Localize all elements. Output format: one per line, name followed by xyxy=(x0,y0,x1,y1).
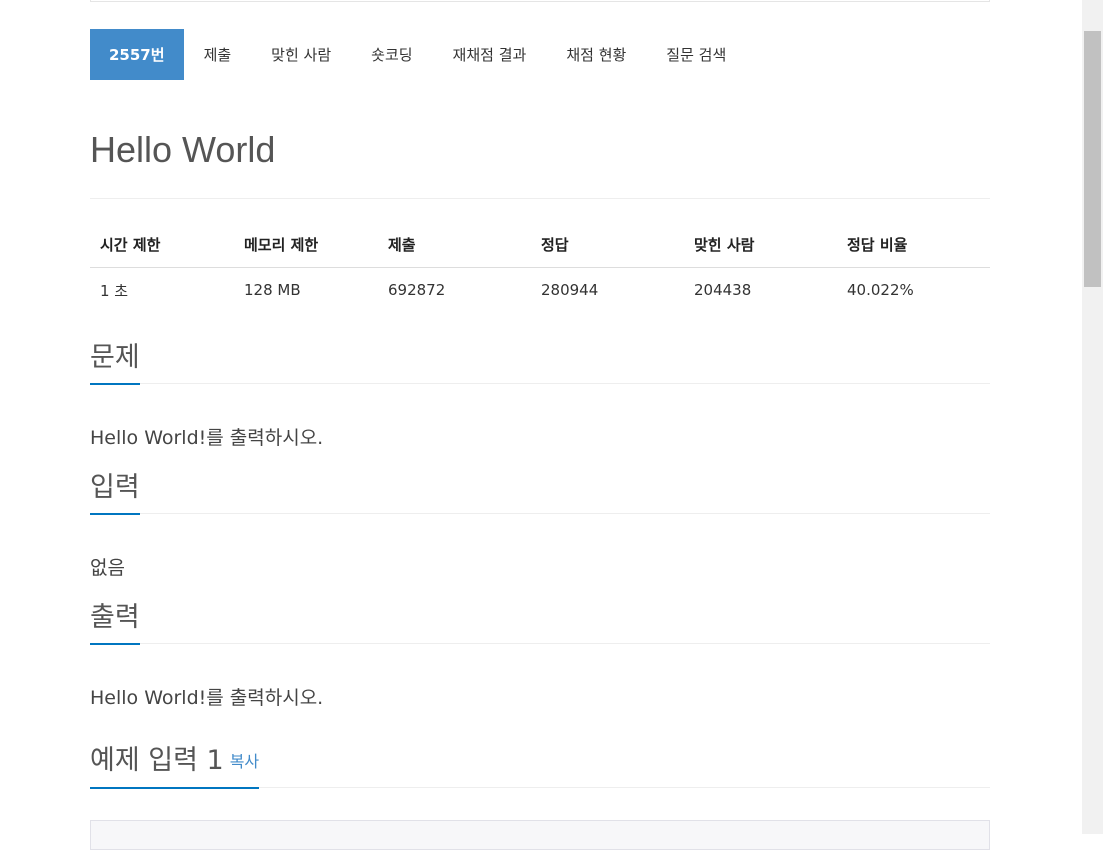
output-heading-rule xyxy=(90,643,990,644)
tab-short-coding[interactable]: 숏코딩 xyxy=(351,29,432,80)
table-header-row: 시간 제한 메모리 제한 제출 정답 맞힌 사람 정답 비율 xyxy=(90,222,990,268)
cell-submissions: 692872 xyxy=(388,281,446,299)
problem-description: Hello World!를 출력하시오. xyxy=(90,427,324,449)
header-time-limit: 시간 제한 xyxy=(90,222,234,268)
cell-accept-ratio: 40.022% xyxy=(847,281,914,299)
header-memory-limit: 메모리 제한 xyxy=(234,222,378,268)
sample-input-title: 예제 입력 1 xyxy=(90,745,224,776)
tab-judge-status[interactable]: 채점 현황 xyxy=(546,29,646,80)
copy-button[interactable]: 복사 xyxy=(230,752,259,771)
input-heading: 입력 xyxy=(90,469,990,515)
output-heading-text: 출력 xyxy=(90,599,140,645)
tab-submit[interactable]: 제출 xyxy=(184,29,252,80)
header-submissions: 제출 xyxy=(378,222,531,268)
sample-input-heading-text: 예제 입력 1 복사 xyxy=(90,742,260,789)
output-heading: 출력 xyxy=(90,599,990,645)
title-divider xyxy=(90,198,990,199)
cell-memory-limit: 128 MB xyxy=(244,281,301,299)
tab-solved-users[interactable]: 맞힌 사람 xyxy=(251,29,351,80)
input-heading-text: 입력 xyxy=(90,469,140,515)
input-heading-rule xyxy=(90,513,990,514)
problem-tabs: 2557번 제출 맞힌 사람 숏코딩 재채점 결과 채점 현황 질문 검색 xyxy=(90,29,746,80)
input-description: 없음 xyxy=(90,557,125,579)
table-row: 1 초 128 MB 692872 280944 204438 40.022% xyxy=(90,268,990,313)
problem-heading-text: 문제 xyxy=(90,339,140,385)
problem-heading: 문제 xyxy=(90,339,990,385)
cell-accepted: 280944 xyxy=(541,281,599,299)
page-title: Hello World xyxy=(90,129,276,170)
header-accepted: 정답 xyxy=(531,222,684,268)
tab-rejudge-results[interactable]: 재채점 결과 xyxy=(433,29,547,80)
output-description: Hello World!를 출력하시오. xyxy=(90,687,324,709)
sample-input-box xyxy=(90,820,990,850)
cell-time-limit: 1 초 xyxy=(100,281,129,300)
sample-input-heading: 예제 입력 1 복사 xyxy=(90,742,990,789)
header-accept-ratio: 정답 비율 xyxy=(837,222,990,268)
scrollbar-thumb[interactable] xyxy=(1084,31,1101,287)
problem-heading-rule xyxy=(90,383,990,384)
header-solved-users: 맞힌 사람 xyxy=(684,222,837,268)
problem-info-table: 시간 제한 메모리 제한 제출 정답 맞힌 사람 정답 비율 1 초 128 M… xyxy=(90,222,990,312)
cell-solved-users: 204438 xyxy=(694,281,752,299)
tab-problem-number[interactable]: 2557번 xyxy=(90,29,184,80)
top-panel-edge xyxy=(90,0,990,2)
tab-question-search[interactable]: 질문 검색 xyxy=(646,29,746,80)
